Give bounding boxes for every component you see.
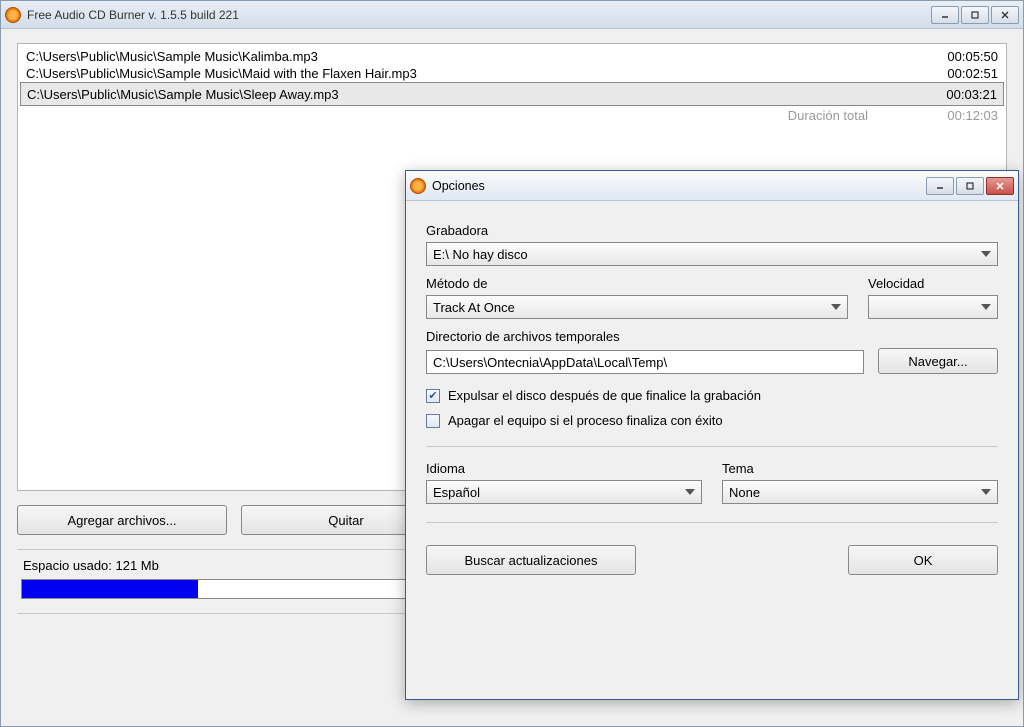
file-duration: 00:03:21 xyxy=(927,87,997,102)
main-titlebar: Free Audio CD Burner v. 1.5.5 build 221 xyxy=(1,1,1023,29)
maximize-button[interactable] xyxy=(961,6,989,24)
add-files-button[interactable]: Agregar archivos... xyxy=(17,505,227,535)
file-path: C:\Users\Public\Music\Sample Music\Maid … xyxy=(26,66,928,81)
recorder-select[interactable]: E:\ No hay disco xyxy=(426,242,998,266)
options-dialog: Opciones Grabadora E:\ No hay disco Méto… xyxy=(405,170,1019,700)
file-duration: 00:02:51 xyxy=(928,66,998,81)
total-duration: 00:12:03 xyxy=(928,108,998,123)
file-path: C:\Users\Public\Music\Sample Music\Sleep… xyxy=(27,87,927,102)
language-value: Español xyxy=(433,485,480,500)
check-updates-button[interactable]: Buscar actualizaciones xyxy=(426,545,636,575)
speed-label: Velocidad xyxy=(868,276,998,291)
recorder-value: E:\ No hay disco xyxy=(433,247,528,262)
window-controls xyxy=(931,6,1019,24)
shutdown-checkbox[interactable] xyxy=(426,414,440,428)
language-label: Idioma xyxy=(426,461,702,476)
dialog-minimize-button[interactable] xyxy=(926,177,954,195)
language-select[interactable]: Español xyxy=(426,480,702,504)
file-path: C:\Users\Public\Music\Sample Music\Kalim… xyxy=(26,49,928,64)
chevron-down-icon xyxy=(981,489,991,495)
theme-select[interactable]: None xyxy=(722,480,998,504)
total-label: Duración total xyxy=(26,108,928,123)
dialog-title: Opciones xyxy=(432,179,926,193)
dialog-close-button[interactable] xyxy=(986,177,1014,195)
space-progress-fill xyxy=(22,580,198,598)
dialog-titlebar: Opciones xyxy=(406,171,1018,201)
method-value: Track At Once xyxy=(433,300,515,315)
chevron-down-icon xyxy=(981,251,991,257)
theme-value: None xyxy=(729,485,760,500)
chevron-down-icon xyxy=(685,489,695,495)
shutdown-label: Apagar el equipo si el proceso finaliza … xyxy=(448,413,723,428)
chevron-down-icon xyxy=(981,304,991,310)
eject-checkbox[interactable]: ✔ xyxy=(426,389,440,403)
file-row[interactable]: C:\Users\Public\Music\Sample Music\Kalim… xyxy=(20,48,1004,65)
chevron-down-icon xyxy=(831,304,841,310)
dialog-maximize-button[interactable] xyxy=(956,177,984,195)
tempdir-input[interactable]: C:\Users\Ontecnia\AppData\Local\Temp\ xyxy=(426,350,864,374)
recorder-label: Grabadora xyxy=(426,223,998,238)
dialog-window-controls xyxy=(926,177,1014,195)
file-row[interactable]: C:\Users\Public\Music\Sample Music\Sleep… xyxy=(20,82,1004,106)
dialog-divider xyxy=(426,522,998,523)
dialog-body: Grabadora E:\ No hay disco Método de Tra… xyxy=(406,201,1018,587)
method-select[interactable]: Track At Once xyxy=(426,295,848,319)
eject-label: Expulsar el disco después de que finalic… xyxy=(448,388,761,403)
total-row: Duración total00:12:03 xyxy=(20,106,1004,125)
minimize-button[interactable] xyxy=(931,6,959,24)
browse-button[interactable]: Navegar... xyxy=(878,348,998,374)
dialog-divider xyxy=(426,446,998,447)
file-duration: 00:05:50 xyxy=(928,49,998,64)
ok-button[interactable]: OK xyxy=(848,545,998,575)
method-label: Método de xyxy=(426,276,848,291)
speed-select[interactable] xyxy=(868,295,998,319)
close-button[interactable] xyxy=(991,6,1019,24)
theme-label: Tema xyxy=(722,461,998,476)
tempdir-label: Directorio de archivos temporales xyxy=(426,329,998,344)
app-icon xyxy=(5,7,21,23)
file-row[interactable]: C:\Users\Public\Music\Sample Music\Maid … xyxy=(20,65,1004,82)
window-title: Free Audio CD Burner v. 1.5.5 build 221 xyxy=(27,8,931,22)
app-icon xyxy=(410,178,426,194)
tempdir-value: C:\Users\Ontecnia\AppData\Local\Temp\ xyxy=(433,355,667,370)
